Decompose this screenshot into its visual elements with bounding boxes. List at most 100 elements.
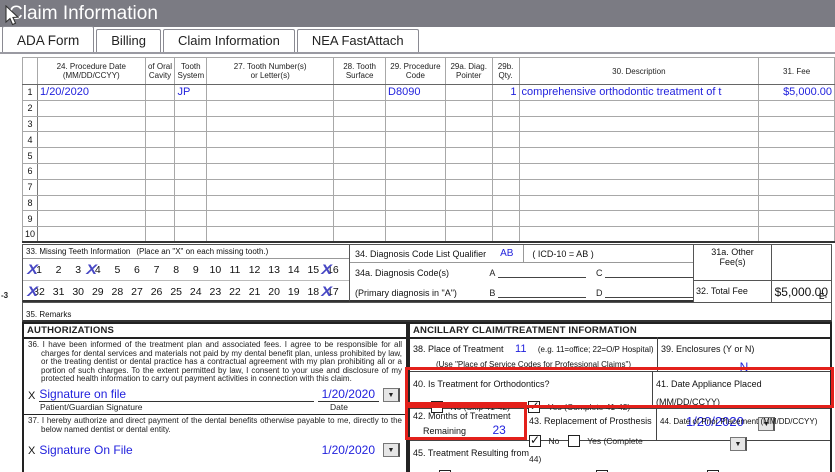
cell-date-row-7[interactable] xyxy=(37,178,146,196)
cell-fee-row-5[interactable] xyxy=(758,147,835,164)
cell-fee-row-8[interactable] xyxy=(758,194,835,212)
cell-tooth-numbers-row-7[interactable] xyxy=(206,178,335,196)
cell-code-row-1[interactable]: D8090 xyxy=(385,84,446,101)
cell-description-row-7[interactable] xyxy=(518,178,760,196)
tooth-30[interactable]: 30 xyxy=(70,286,86,298)
cell-tooth-numbers-row-3[interactable] xyxy=(206,115,335,133)
tooth-5[interactable]: 5 xyxy=(109,264,125,276)
cell-surface-row-9[interactable] xyxy=(333,210,387,228)
tooth-15[interactable]: 15 xyxy=(305,264,321,276)
tooth-4[interactable]: 4X xyxy=(86,261,106,277)
cell-oral-cavity-row-9[interactable] xyxy=(144,210,176,228)
cell-tooth-numbers-row-2[interactable] xyxy=(206,99,335,117)
cell-oral-cavity-row-8[interactable] xyxy=(144,194,176,212)
cell-description-row-1[interactable]: comprehensive orthodontic treatment of t xyxy=(518,84,760,101)
cell-description-row-8[interactable] xyxy=(518,194,760,212)
signature-37-date[interactable]: 1/20/2020 xyxy=(318,443,379,457)
cell-qty-row-10[interactable] xyxy=(491,226,520,243)
cell-qty-row-8[interactable] xyxy=(491,194,520,212)
tooth-7[interactable]: 7 xyxy=(149,264,165,276)
cell-date-row-4[interactable] xyxy=(37,131,146,149)
cell-code-row-3[interactable] xyxy=(385,115,446,133)
cell-tooth-system-row-10[interactable] xyxy=(174,226,208,243)
cell-qty-row-9[interactable] xyxy=(491,210,520,228)
signature-37-date-dropdown[interactable]: ▼ xyxy=(383,443,400,458)
cell-oral-cavity-row-3[interactable] xyxy=(144,115,176,133)
cell-date-row-8[interactable] xyxy=(37,194,146,212)
cell-description-row-3[interactable] xyxy=(518,115,760,133)
cell-oral-cavity-row-1[interactable] xyxy=(144,84,176,101)
signature-36-field[interactable]: Signature on file xyxy=(39,387,314,402)
tooth-24[interactable]: 24 xyxy=(188,286,204,298)
tooth-14[interactable]: 14 xyxy=(286,264,302,276)
cell-pointer-row-2[interactable] xyxy=(444,99,493,117)
cell-oral-cavity-row-5[interactable] xyxy=(144,147,176,164)
cell-fee-row-7[interactable] xyxy=(758,178,835,196)
cell-pointer-row-8[interactable] xyxy=(444,194,493,212)
cell-date-row-2[interactable] xyxy=(37,99,146,117)
cell-pointer-row-4[interactable] xyxy=(444,131,493,149)
cell-oral-cavity-row-2[interactable] xyxy=(144,99,176,117)
cell-code-row-5[interactable] xyxy=(385,147,446,164)
cell-pointer-row-1[interactable] xyxy=(444,84,493,101)
cell-tooth-system-row-3[interactable] xyxy=(174,115,208,133)
tooth-8[interactable]: 8 xyxy=(168,264,184,276)
cell-tooth-system-row-4[interactable] xyxy=(174,131,208,149)
tab-billing[interactable]: Billing xyxy=(96,29,161,52)
cell-pointer-row-9[interactable] xyxy=(444,210,493,228)
tab-claim-information[interactable]: Claim Information xyxy=(162,29,295,52)
tooth-3[interactable]: 3 xyxy=(70,264,86,276)
tooth-11[interactable]: 11 xyxy=(227,264,243,276)
tooth-25[interactable]: 25 xyxy=(168,286,184,298)
cell-surface-row-10[interactable] xyxy=(333,226,387,243)
tooth-12[interactable]: 12 xyxy=(247,264,263,276)
tooth-16[interactable]: 16 X xyxy=(321,261,341,277)
cell-oral-cavity-row-6[interactable] xyxy=(144,162,176,180)
tooth-28[interactable]: 28 xyxy=(109,286,125,298)
cell-oral-cavity-row-10[interactable] xyxy=(144,226,176,243)
tooth-6[interactable]: 6 xyxy=(129,264,145,276)
cell-code-row-2[interactable] xyxy=(385,99,446,117)
cell-description-row-10[interactable] xyxy=(518,226,760,243)
tab-nea-fastattach[interactable]: NEA FastAttach xyxy=(296,29,419,52)
cell-surface-row-7[interactable] xyxy=(333,178,387,196)
cell-tooth-system-row-1[interactable]: JP xyxy=(174,84,208,101)
tab-ada-form[interactable]: ADA Form xyxy=(2,26,95,52)
cell-tooth-system-row-2[interactable] xyxy=(174,99,208,117)
cell-tooth-numbers-row-1[interactable] xyxy=(206,84,335,101)
cell-tooth-numbers-row-6[interactable] xyxy=(206,162,335,180)
diagnosis-qualifier-value[interactable]: AB xyxy=(500,248,513,259)
cell-surface-row-4[interactable] xyxy=(333,131,387,149)
cell-fee-row-10[interactable] xyxy=(758,226,835,243)
cell-pointer-row-7[interactable] xyxy=(444,178,493,196)
cell-surface-row-5[interactable] xyxy=(333,147,387,164)
cell-surface-row-8[interactable] xyxy=(333,194,387,212)
months-remaining-value[interactable]: 23 xyxy=(492,423,505,437)
cell-qty-row-1[interactable]: 1 xyxy=(491,84,520,101)
tooth-13[interactable]: 13 xyxy=(266,264,282,276)
diagnosis-slot-b-field[interactable] xyxy=(498,288,586,298)
tooth-2[interactable]: 2 xyxy=(51,264,67,276)
cell-date-row-6[interactable] xyxy=(37,162,146,180)
tooth-22[interactable]: 22 xyxy=(227,286,243,298)
cell-fee-row-2[interactable] xyxy=(758,99,835,117)
cell-qty-row-7[interactable] xyxy=(491,178,520,196)
cell-tooth-numbers-row-5[interactable] xyxy=(206,147,335,164)
cell-fee-row-6[interactable] xyxy=(758,162,835,180)
tooth-9[interactable]: 9 xyxy=(188,264,204,276)
tooth-19[interactable]: 19 xyxy=(286,286,302,298)
tooth-21[interactable]: 21 xyxy=(247,286,263,298)
signature-36-date-dropdown[interactable]: ▼ xyxy=(383,387,400,402)
other-fees-value[interactable] xyxy=(771,244,832,281)
tooth-31[interactable]: 31 xyxy=(51,286,67,298)
cell-description-row-4[interactable] xyxy=(518,131,760,149)
remarks-section[interactable]: 35. Remarks xyxy=(22,302,832,322)
tooth-1[interactable]: 1X xyxy=(27,261,47,277)
cell-fee-row-3[interactable] xyxy=(758,115,835,133)
cell-date-row-3[interactable] xyxy=(37,115,146,133)
tooth-27[interactable]: 27 xyxy=(129,286,145,298)
tooth-29[interactable]: 29 xyxy=(90,286,106,298)
cell-pointer-row-10[interactable] xyxy=(444,226,493,243)
tooth-18[interactable]: 18 xyxy=(305,286,321,298)
cell-description-row-9[interactable] xyxy=(518,210,760,228)
